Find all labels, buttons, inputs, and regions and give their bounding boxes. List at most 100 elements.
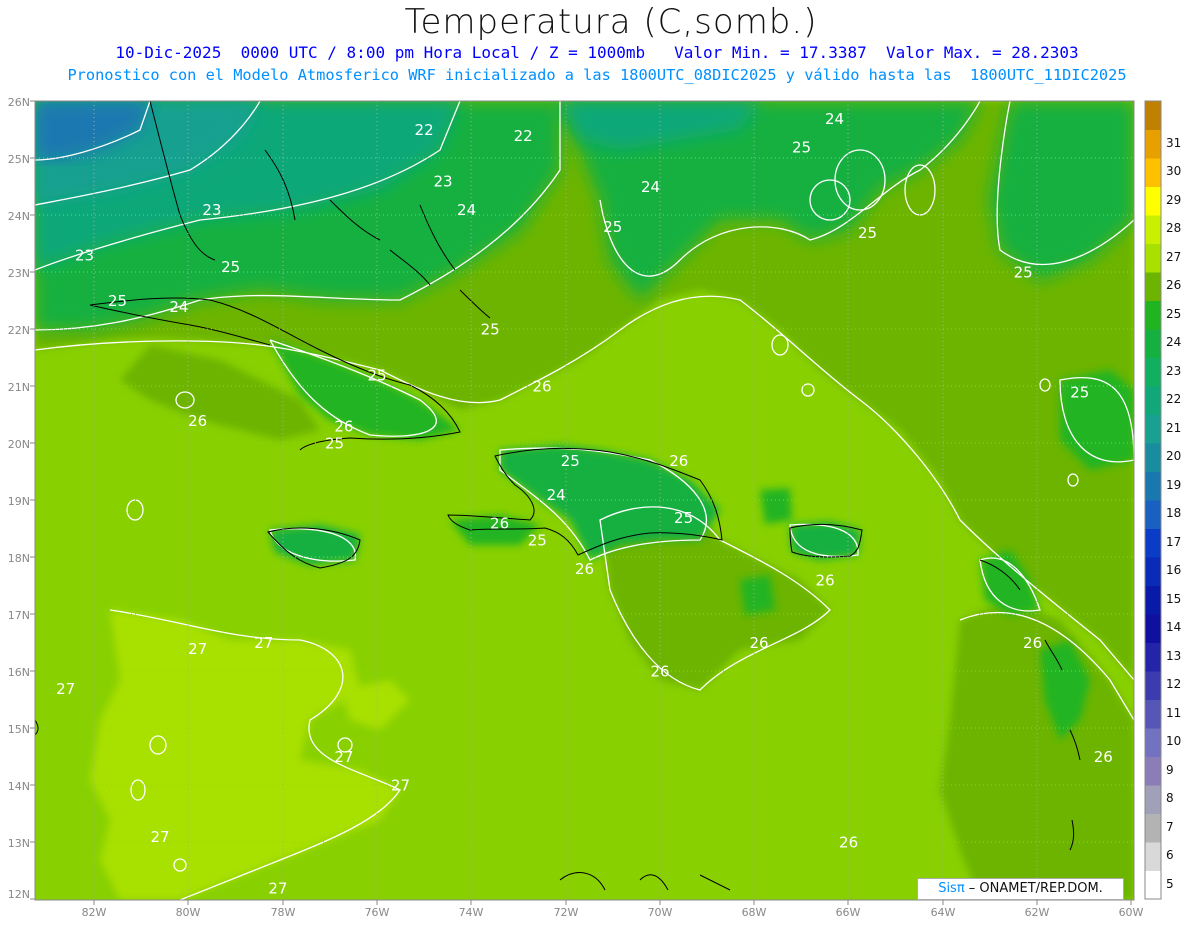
colorbar-swatch bbox=[1145, 642, 1161, 672]
contour-label: 23 bbox=[433, 173, 452, 191]
contour-label: 26 bbox=[839, 834, 858, 852]
contour-label: 24 bbox=[825, 110, 844, 128]
map-title: Temperatura (C,somb.) bbox=[404, 2, 818, 42]
colorbar-swatch bbox=[1145, 272, 1161, 301]
colorbar-label: 6 bbox=[1166, 848, 1174, 863]
contour-label: 26 bbox=[816, 572, 835, 590]
lon-label: 68W bbox=[741, 906, 767, 919]
colorbar-swatch bbox=[1145, 101, 1161, 130]
colorbar-swatch bbox=[1145, 386, 1161, 415]
colorbar-swatch bbox=[1145, 414, 1161, 444]
colorbar-label: 27 bbox=[1166, 249, 1182, 264]
colorbar-label: 14 bbox=[1166, 620, 1182, 635]
contour-label: 25 bbox=[561, 452, 580, 470]
contour-label: 27 bbox=[391, 777, 410, 795]
colorbar-swatch bbox=[1145, 756, 1161, 786]
contour-label: 26 bbox=[334, 418, 353, 436]
contour-label: 25 bbox=[221, 258, 240, 276]
contour-label: 25 bbox=[858, 224, 877, 242]
contour-label: 26 bbox=[532, 378, 551, 396]
valid-time-subtitle: 10-Dic-2025 0000 UTC / 8:00 pm Hora Loca… bbox=[115, 43, 1079, 62]
lat-label: 18N bbox=[7, 552, 30, 565]
contour-label: 25 bbox=[108, 292, 127, 310]
sispi-logo-text: Sisπ bbox=[938, 881, 965, 896]
lat-label: 19N bbox=[7, 495, 30, 508]
colorbar-label: 31 bbox=[1166, 135, 1182, 150]
colorbar-swatch bbox=[1145, 785, 1161, 814]
colorbar-label: 19 bbox=[1166, 477, 1182, 492]
colorbar-label: 10 bbox=[1166, 734, 1182, 749]
colorbar-label: 30 bbox=[1166, 164, 1182, 179]
colorbar-swatch bbox=[1145, 300, 1161, 330]
contour-label: 26 bbox=[749, 634, 768, 652]
colorbar-label: 13 bbox=[1166, 648, 1182, 663]
lat-label: 14N bbox=[7, 780, 30, 793]
colorbar-label: 22 bbox=[1166, 392, 1182, 407]
contour-label: 25 bbox=[481, 321, 500, 339]
lon-label: 74W bbox=[458, 906, 484, 919]
colorbar-swatch bbox=[1145, 671, 1161, 700]
colorbar-label: 28 bbox=[1166, 221, 1182, 236]
contour-label: 26 bbox=[1023, 634, 1042, 652]
lon-label: 78W bbox=[270, 906, 296, 919]
lon-label: 80W bbox=[175, 906, 201, 919]
colorbar-swatch bbox=[1145, 158, 1161, 187]
contour-label: 26 bbox=[669, 452, 688, 470]
contour-label: 25 bbox=[1070, 383, 1089, 401]
contour-label: 26 bbox=[1094, 748, 1113, 766]
lat-label: 12N bbox=[7, 888, 30, 901]
model-run-subtitle: Pronostico con el Modelo Atmosferico WRF… bbox=[67, 66, 1127, 84]
lat-label: 22N bbox=[7, 324, 30, 337]
colorbar-label: 7 bbox=[1166, 819, 1174, 834]
colorbar-swatch bbox=[1145, 585, 1161, 615]
colorbar-swatch bbox=[1145, 129, 1161, 159]
colorbar-label: 20 bbox=[1166, 449, 1182, 464]
colorbar-swatch bbox=[1145, 842, 1161, 871]
colorbar-swatch bbox=[1145, 215, 1161, 244]
lat-label: 23N bbox=[7, 267, 30, 280]
credit-text: – ONAMET/REP.DOM. bbox=[964, 881, 1103, 896]
colorbar-swatch bbox=[1145, 443, 1161, 472]
contour-label: 25 bbox=[603, 218, 622, 236]
colorbar-swatch bbox=[1145, 243, 1161, 273]
colorbar-swatch bbox=[1145, 728, 1161, 757]
lon-label: 64W bbox=[930, 906, 956, 919]
colorbar-swatch bbox=[1145, 614, 1161, 643]
lat-label: 13N bbox=[7, 837, 30, 850]
colorbar-label: 23 bbox=[1166, 363, 1182, 378]
colorbar-swatch bbox=[1145, 557, 1161, 586]
contour-label: 25 bbox=[528, 532, 547, 550]
colorbar-label: 12 bbox=[1166, 677, 1182, 692]
lon-label: 82W bbox=[81, 906, 107, 919]
colorbar-swatch bbox=[1145, 699, 1161, 729]
lon-label: 70W bbox=[647, 906, 673, 919]
colorbar-label: 26 bbox=[1166, 278, 1182, 293]
colorbar-swatch bbox=[1145, 813, 1161, 843]
lon-label: 76W bbox=[364, 906, 390, 919]
lat-label: 24N bbox=[7, 210, 30, 223]
colorbar-label: 11 bbox=[1166, 705, 1182, 720]
contour-label: 24 bbox=[169, 298, 188, 316]
contour-label: 25 bbox=[367, 366, 386, 384]
lat-label: 21N bbox=[7, 381, 30, 394]
contour-label: 27 bbox=[334, 748, 353, 766]
lon-label: 60W bbox=[1118, 906, 1144, 919]
temperature-map: 22 222323 2424242525 252325 2525 24252526 2526… bbox=[30, 100, 1162, 905]
contour-label: 25 bbox=[1014, 264, 1033, 282]
lon-label: 62W bbox=[1024, 906, 1050, 919]
colorbar-label: 15 bbox=[1166, 591, 1182, 606]
colorbar-swatch bbox=[1145, 186, 1161, 216]
colorbar-label: 8 bbox=[1166, 791, 1174, 806]
contour-label: 27 bbox=[150, 828, 169, 846]
lat-label: 17N bbox=[7, 609, 30, 622]
lon-label: 72W bbox=[553, 906, 579, 919]
colorbar-label: 21 bbox=[1166, 420, 1182, 435]
colorbar-label: 17 bbox=[1166, 534, 1182, 549]
contour-label: 26 bbox=[490, 515, 509, 533]
lat-label: 20N bbox=[7, 438, 30, 451]
contour-label: 25 bbox=[674, 509, 693, 527]
contour-label: 25 bbox=[792, 138, 811, 156]
colorbar-label: 16 bbox=[1166, 563, 1182, 578]
contour-label: 24 bbox=[641, 178, 660, 196]
colorbar-label: 9 bbox=[1166, 762, 1174, 777]
